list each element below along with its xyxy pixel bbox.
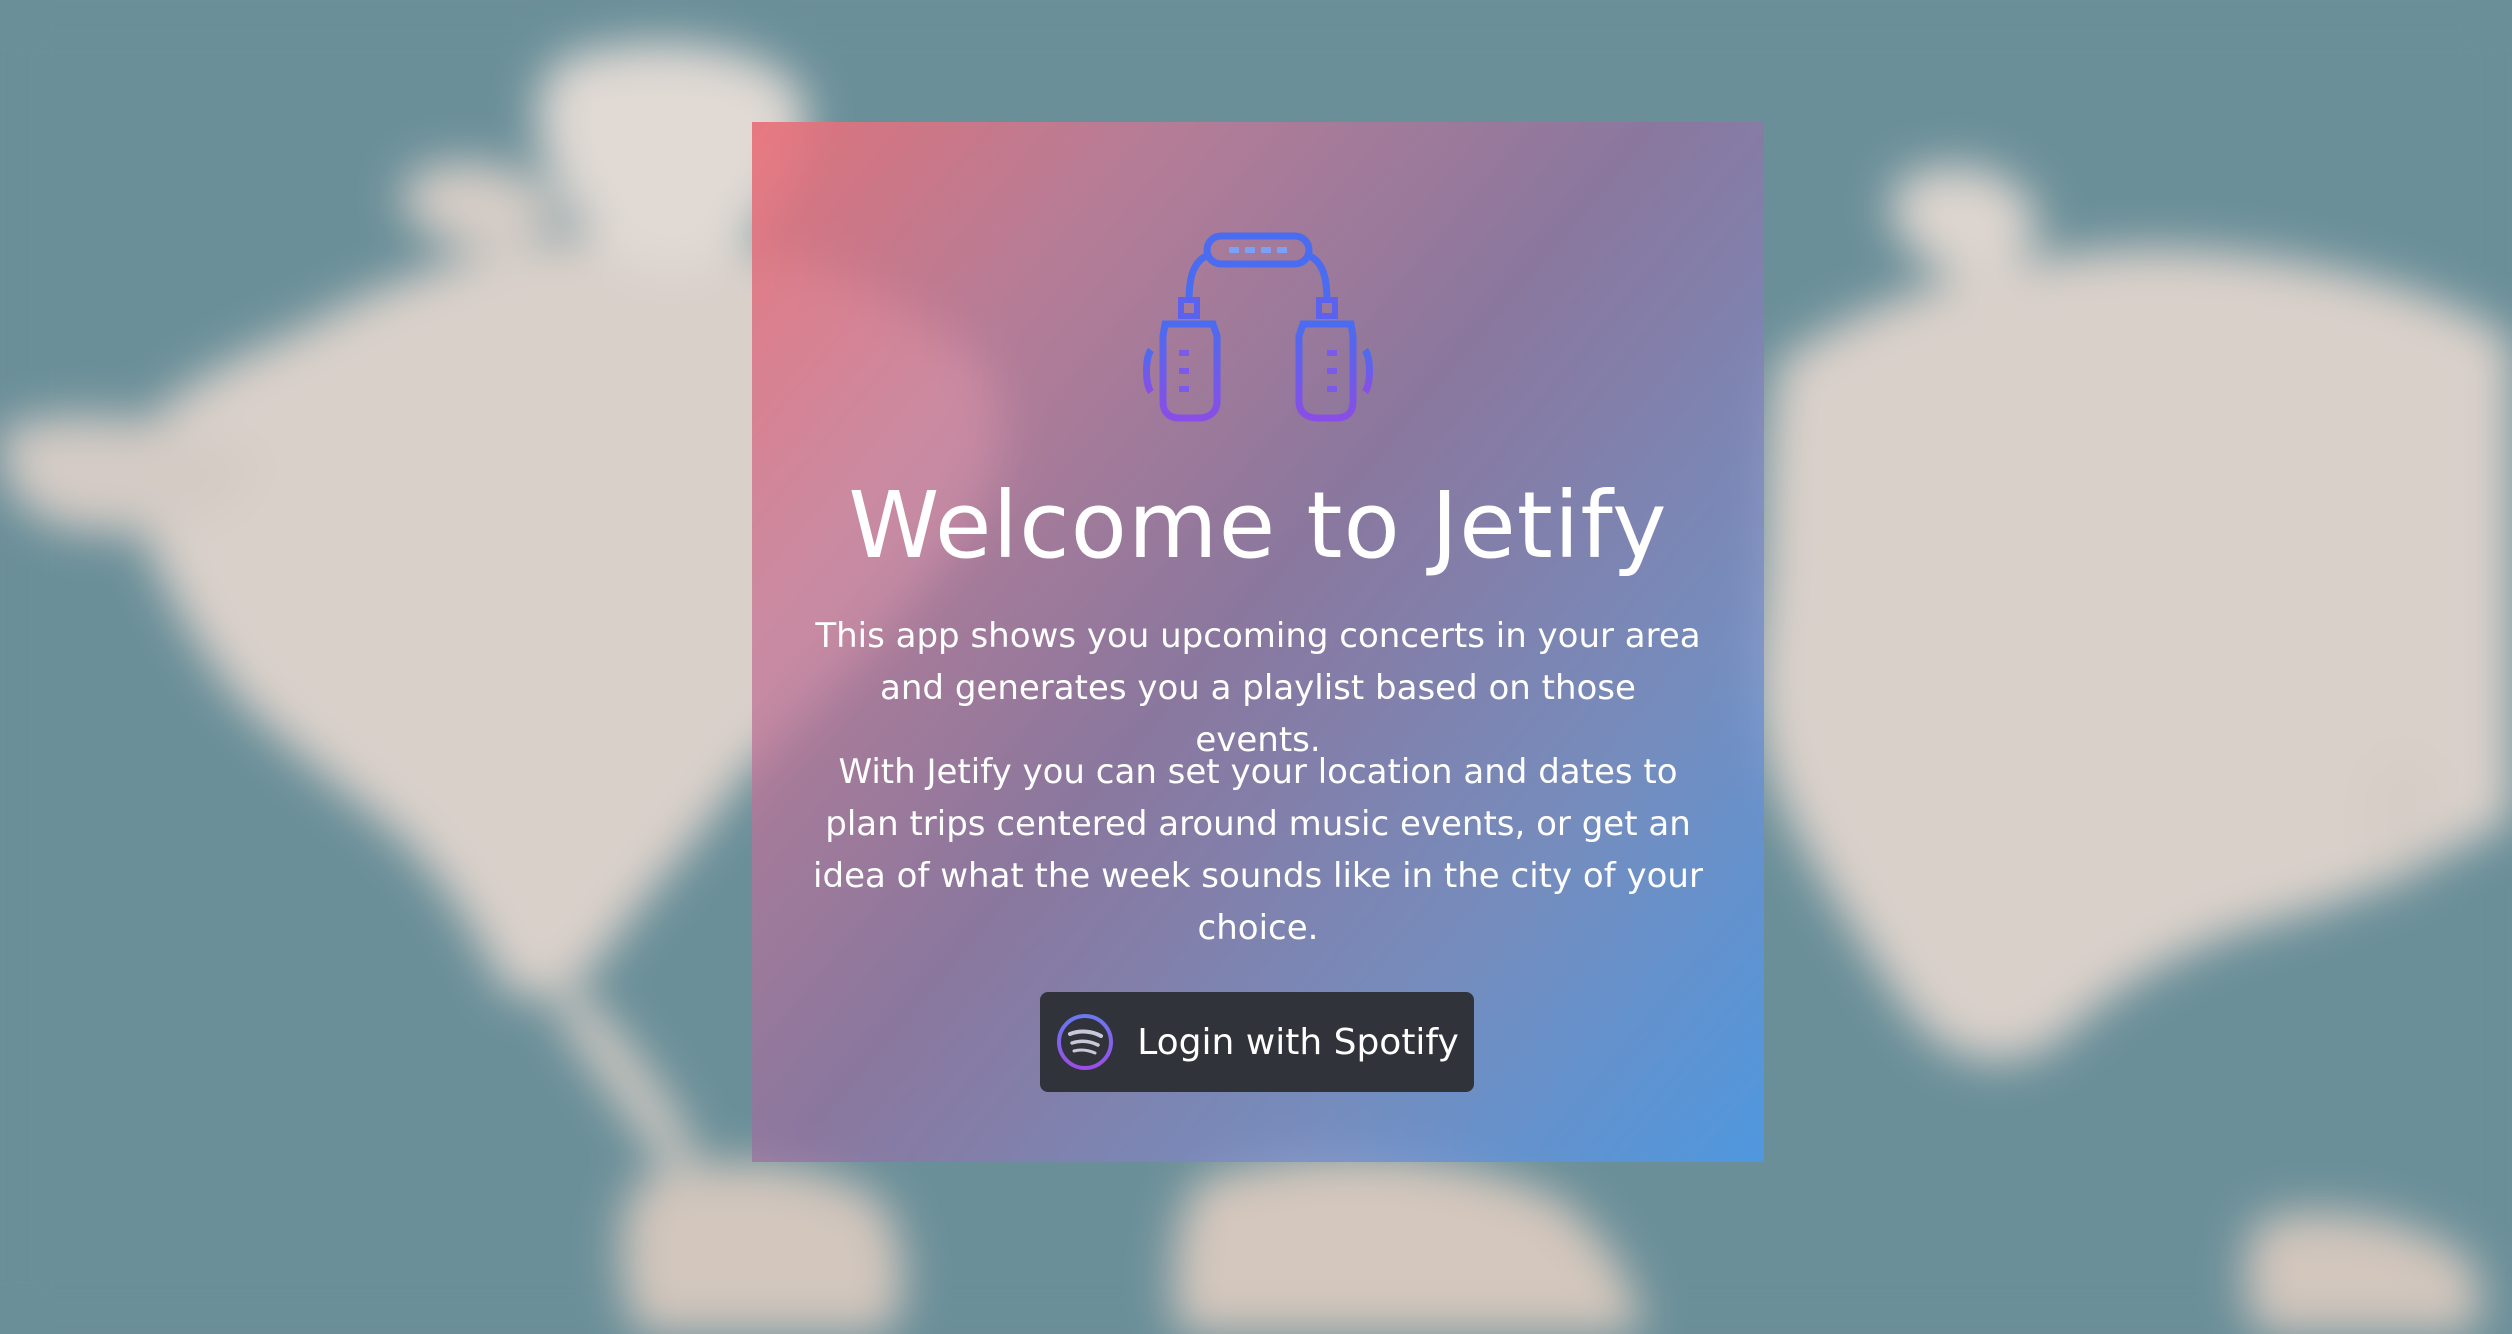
- spotify-icon: [1055, 1012, 1115, 1072]
- page: Welcome to Jetify This app shows you upc…: [0, 0, 2512, 1334]
- login-with-spotify-button[interactable]: Login with Spotify: [1040, 992, 1474, 1092]
- app-features-description: With Jetify you can set your location an…: [813, 752, 1703, 948]
- welcome-card: Welcome to Jetify This app shows you upc…: [752, 122, 1764, 1162]
- page-title: Welcome to Jetify: [848, 472, 1668, 579]
- headphones-icon: [1141, 232, 1375, 422]
- login-button-label: Login with Spotify: [1137, 1021, 1459, 1063]
- app-description: This app shows you upcoming concerts in …: [815, 616, 1701, 760]
